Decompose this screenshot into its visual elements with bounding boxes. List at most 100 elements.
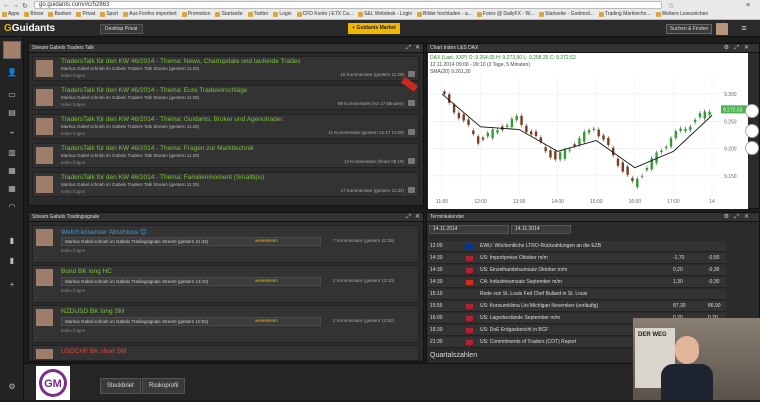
follow-links[interactable]: teilen folgen [61,73,85,78]
comment-count[interactable]: 13 Kommentare (heute 08:19) [344,159,404,164]
post-title[interactable]: Welch krisenser Abschluss 😊 [61,228,147,236]
comment-icon[interactable] [408,100,415,106]
bookmark-item[interactable]: Startseite [215,10,243,19]
bookmark-item[interactable]: Aus Firefox importiert [123,10,177,19]
avatar[interactable] [36,269,53,286]
date-to[interactable]: 14.11.2014 [515,226,540,232]
post-title[interactable]: TradersTalk für den KW 46/2014 - Thema: … [61,116,282,123]
avatar[interactable] [36,60,53,77]
list-item[interactable]: TradersTalk für den KW 46/2014 - Thema: … [32,76,419,110]
close-icon[interactable]: ✕ [415,213,420,222]
bookmark-item[interactable]: Börse [24,10,43,19]
bookmark-item[interactable]: Startseite - Godmod... [539,10,594,19]
bookmark-item[interactable]: S&L Webdesk - Login [358,10,412,19]
bookmark-item[interactable]: Weitere Lesezeichen [655,10,708,19]
comment-count[interactable]: 2 Kommentare (gestern 10:52) [333,318,394,323]
calendar-row[interactable]: 14:30 CA: Industrieumsatz September m/m 1,… [428,277,726,288]
bookmark-item[interactable]: Promotion [181,10,210,19]
expand-icon[interactable]: ⤢ [406,44,411,53]
post-title[interactable]: TradersTalk für den KW 46/2014 - Thema: … [61,145,254,152]
post-title[interactable]: TradersTalk für den KW 46/2014 - Thema: … [61,58,301,65]
comment-icon[interactable] [408,187,415,193]
comment-icon[interactable] [408,129,415,135]
tab-risikoprofil[interactable]: Risikoprofil [142,378,186,394]
post-title[interactable]: NZDUSD BK long SM [61,308,124,315]
list-item[interactable]: Bund BK long HC Markus Gabel schrieb im … [32,265,419,303]
comment-count[interactable]: 89 Kommentare (vor 17 Minuten) [338,101,404,106]
reload-icon[interactable]: ↻ [22,2,28,10]
chart-icon[interactable]: ▤ [5,107,19,119]
read-more-link[interactable]: weiterlesen [255,238,278,243]
bookmark-item[interactable]: Banken [48,10,71,19]
avatar[interactable] [36,176,53,193]
follow-links[interactable]: teilen folgen [61,288,85,293]
post-title[interactable]: TradersTalk für den KW 46/2014 - Thema: … [61,87,247,94]
list-item[interactable]: NZDUSD BK long SM Markus Gabel schrieb i… [32,305,419,343]
bookmark-item[interactable]: Login [273,10,292,19]
list-item[interactable]: USDCHF BK short SM [32,345,419,361]
bookmark-item[interactable]: Privat [76,10,95,19]
follow-links[interactable]: teilen folgen [61,160,85,165]
post-title[interactable]: USDCHF BK short SM [61,348,126,355]
read-more-link[interactable]: weiterlesen [255,318,278,323]
search-button[interactable]: Suchen & Finden [666,24,712,34]
expand-icon[interactable]: ⤢ [734,213,739,222]
bookmark-icon[interactable]: ▮ [5,235,19,247]
trend-icon[interactable]: ⌁ [5,127,19,139]
post-title[interactable]: Bund BK long HC [61,268,112,275]
settings-icon[interactable]: ⚙ [724,44,729,53]
back-icon[interactable]: ← [3,2,10,9]
avatar[interactable] [36,89,53,106]
close-icon[interactable]: ✕ [415,44,420,53]
date-from[interactable]: 14.11.2014 [433,226,458,232]
tab-steckbrief[interactable]: Steckbrief [100,378,141,394]
follow-links[interactable]: teilen folgen [61,131,85,136]
browser-menu-icon[interactable]: ≡ [746,2,750,9]
bookmark-item[interactable]: Forex @ DailyFX - W... [476,10,534,19]
list-item[interactable]: TradersTalk für den KW 46/2014 - Thema: … [32,56,419,81]
follow-links[interactable]: teilen folgen [61,189,85,194]
monitor-icon[interactable]: ▭ [5,89,19,101]
date-filter-to[interactable]: 14.11.2014 [511,225,571,234]
avatar[interactable] [36,349,53,359]
chart-canvas[interactable]: DAX (Last, XXP) O: 9.264,65 H: 9.273,90 … [428,53,748,209]
settings-icon[interactable]: ⚙ [5,381,19,393]
follow-links[interactable]: teilen folgen [61,328,85,333]
side-avatar[interactable] [745,124,759,138]
url-bar[interactable]: go.guidants.com/#c/52863 [34,1,662,9]
comment-count[interactable]: 17 Kommentare (gestern 11:32) [341,188,404,193]
comment-count[interactable]: 11 Kommentare (gestern 12:17 11:09) [328,130,404,135]
close-icon[interactable]: ✕ [744,44,749,53]
comment-icon[interactable] [408,158,415,164]
comment-count[interactable]: 2 Kommentare (gestern 13:10) [333,278,394,283]
gauge-icon[interactable]: ◠ [5,201,19,213]
add-icon[interactable]: + [5,279,19,291]
expand-icon[interactable]: ⤢ [734,44,739,53]
comment-icon[interactable] [408,71,415,77]
read-more-link[interactable]: weiterlesen [255,278,278,283]
avatar[interactable] [36,229,53,246]
bookmark-item[interactable]: CFD Konto | ETX Ca... [296,10,353,19]
calendar-row[interactable]: 15:55 US: Konsumklima Uni Michigan Novemb… [428,301,726,312]
bookmark-item[interactable]: Apps [2,10,19,19]
follow-links[interactable]: teilen folgen [61,248,85,253]
avatar[interactable] [36,147,53,164]
date-filter[interactable]: 14.11.2014 [429,225,509,234]
menu-icon[interactable]: ≡ [734,24,754,34]
calendar-row[interactable]: 15:10 Rede von St. Louis Fed Chef Bullard… [428,289,726,300]
expand-icon[interactable]: ⤢ [406,213,411,222]
side-avatar[interactable] [745,141,759,155]
avatar[interactable] [36,309,53,326]
user-icon[interactable]: 👤 [5,67,19,79]
comment-count[interactable]: 7 Kommentare (gestern 22:35) [333,238,394,243]
bookmark2-icon[interactable]: ▮ [5,255,19,267]
guidants-market-button[interactable]: + Guidants Market [348,23,400,34]
calendar-row[interactable]: 12:00 EWU: Wöchentliche LTRO-Rückzahlunge… [428,241,726,252]
calendar-row[interactable]: 14:30 US: Importpreise Oktober m/m -1,70 -0… [428,253,726,264]
list-item[interactable]: TradersTalk für den KW 46/2014 - Thema: … [32,143,419,168]
list-item[interactable]: TradersTalk für den KW 46/2014 - Thema: … [32,172,419,197]
grid-icon[interactable]: ▦ [5,165,19,177]
avatar[interactable] [36,118,53,135]
list-item[interactable]: Welch krisenser Abschluss 😊 Markus Gabel… [32,225,419,263]
post-title[interactable]: TradersTalk für den KW 46/2014 - Thema: … [61,174,264,181]
